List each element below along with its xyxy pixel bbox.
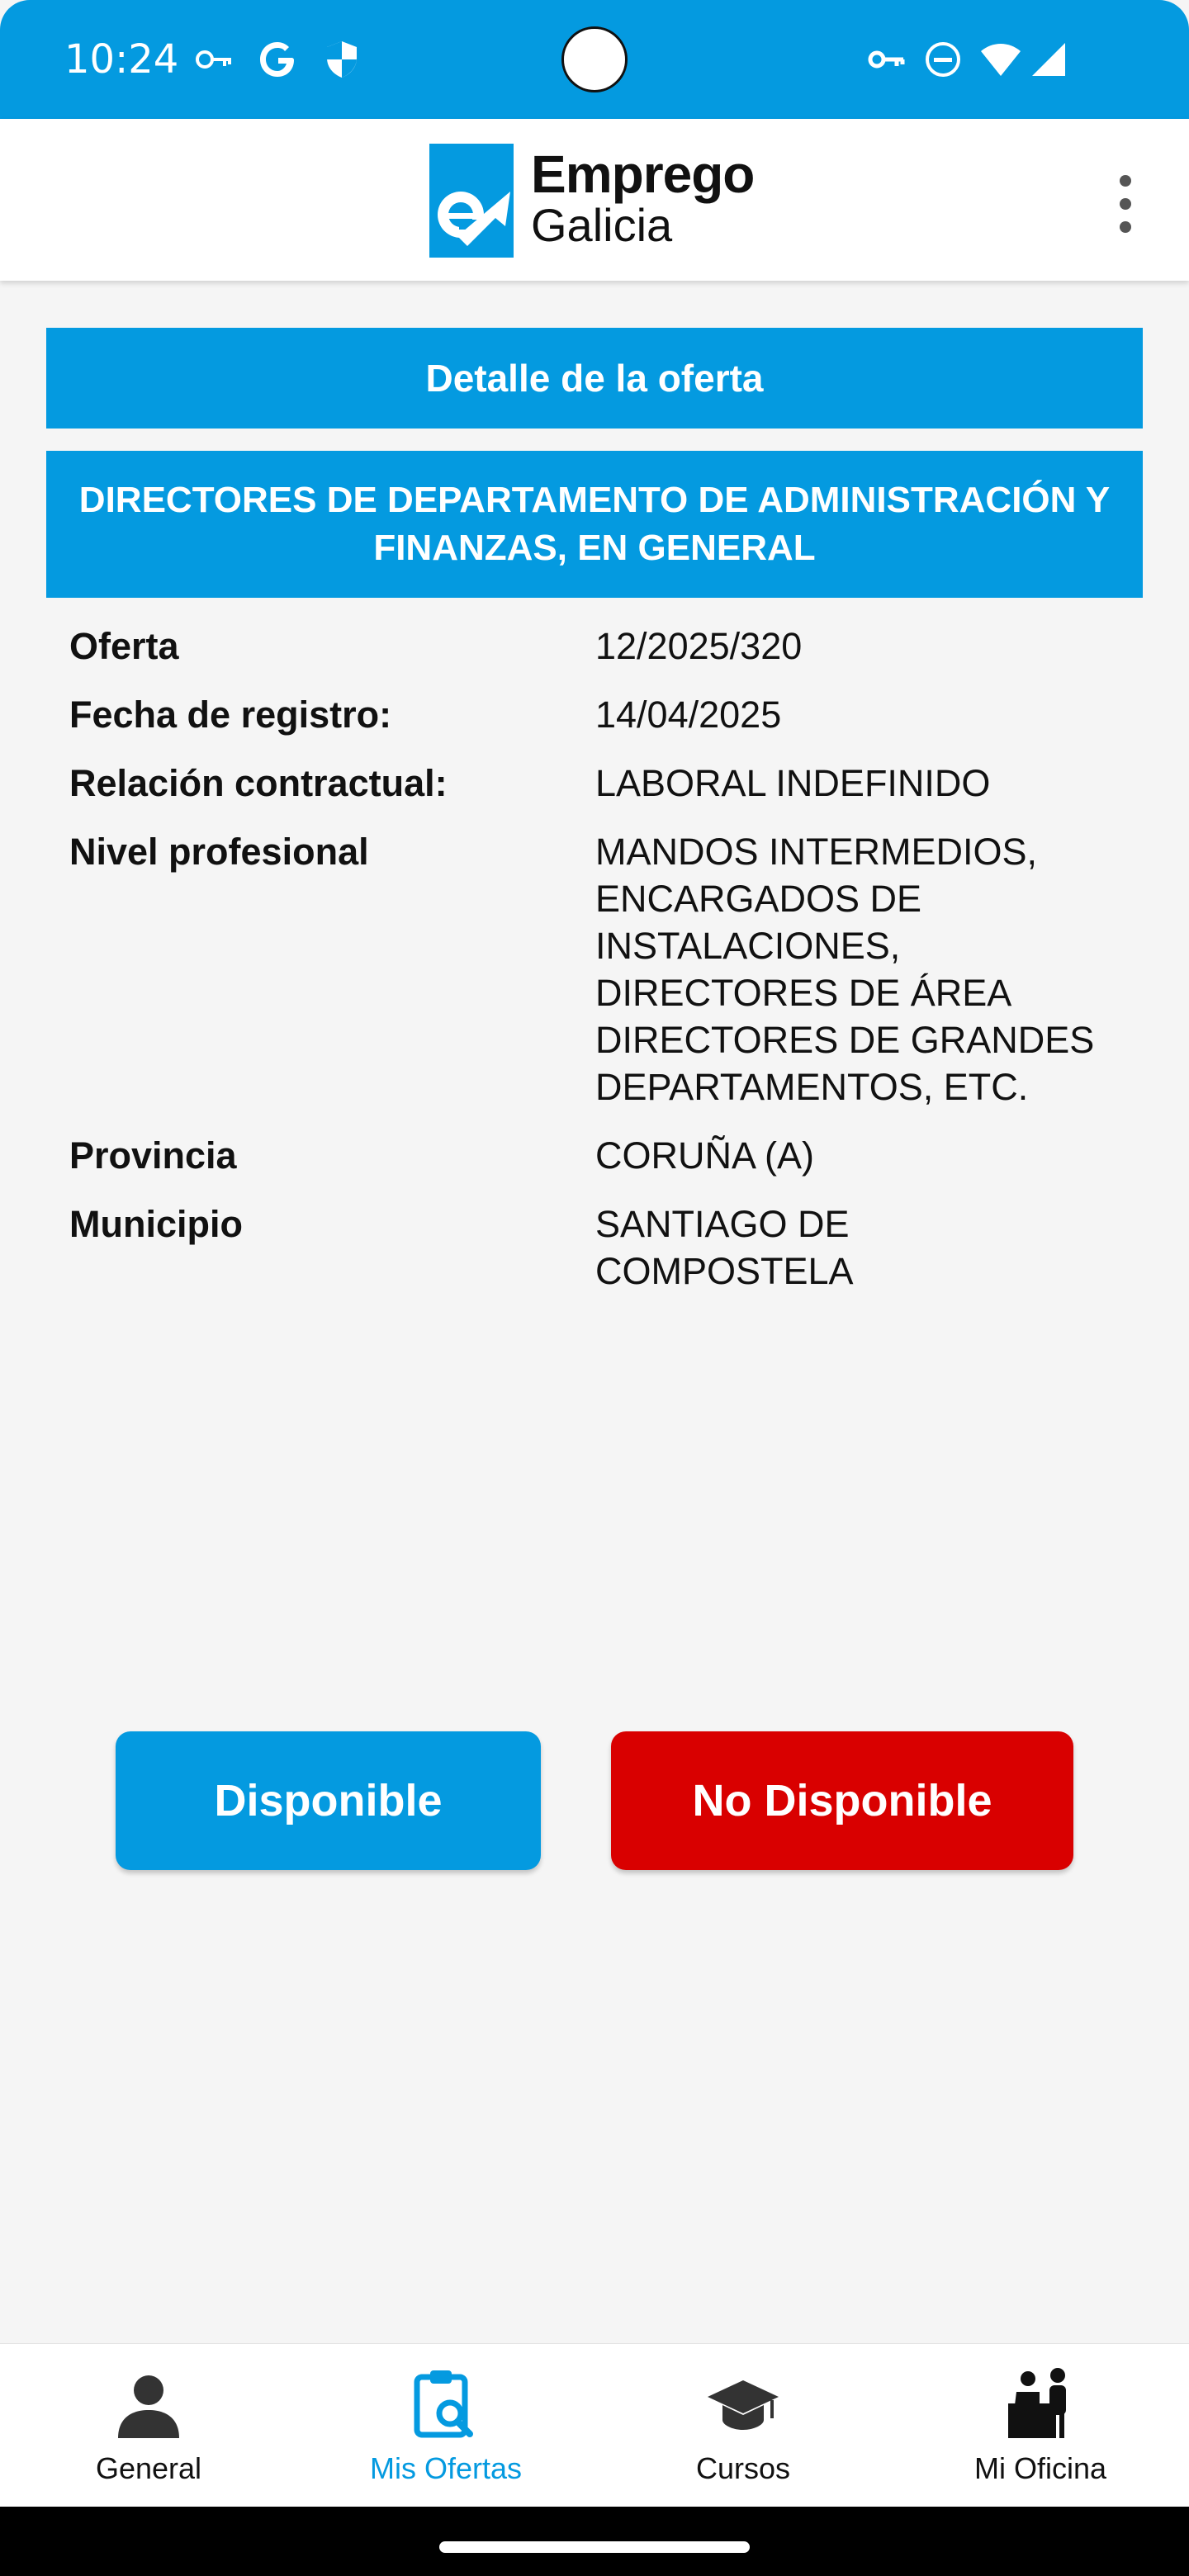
offer-details: Oferta 12/2025/320 Fecha de registro: 14… bbox=[69, 623, 1143, 1316]
detail-row-nivel-profesional: Nivel profesional MANDOS INTERMEDIOS, EN… bbox=[69, 828, 1143, 1110]
gesture-navigation-bar bbox=[0, 2507, 1189, 2576]
detail-row-relacion-contractual: Relación contractual: LABORAL INDEFINIDO bbox=[69, 760, 1143, 807]
camera-cutout bbox=[561, 26, 628, 92]
nav-item-mi-oficina[interactable]: Mi Oficina bbox=[892, 2344, 1189, 2507]
app-bar: Emprego Galicia bbox=[0, 119, 1189, 281]
detail-row-fecha-registro: Fecha de registro: 14/04/2025 bbox=[69, 691, 1143, 738]
clipboard-search-icon bbox=[414, 2370, 473, 2438]
key-icon bbox=[196, 50, 231, 69]
graduation-cap-icon bbox=[708, 2380, 779, 2430]
detail-value: 14/04/2025 bbox=[595, 694, 782, 736]
nav-item-general[interactable]: General bbox=[0, 2344, 297, 2507]
detail-label: Provincia bbox=[69, 1134, 237, 1177]
detail-value: MANDOS INTERMEDIOS, ENCARGADOS DE INSTAL… bbox=[595, 831, 1095, 1108]
more-vert-icon[interactable] bbox=[1106, 172, 1144, 238]
detail-label: Nivel profesional bbox=[69, 831, 369, 873]
detail-label: Fecha de registro: bbox=[69, 694, 392, 736]
person-icon bbox=[118, 2375, 179, 2438]
nav-label: Mis Ofertas bbox=[369, 2451, 523, 2485]
detail-value: LABORAL INDEFINIDO bbox=[595, 762, 991, 804]
status-time: 10:24 bbox=[64, 36, 179, 83]
detail-label: Oferta bbox=[69, 625, 179, 667]
nav-label: Mi Oficina bbox=[973, 2451, 1107, 2485]
detail-row-oferta: Oferta 12/2025/320 bbox=[69, 623, 1143, 670]
logo-text-galicia: Galicia bbox=[531, 199, 673, 251]
cell-signal-icon bbox=[1032, 43, 1065, 76]
home-gesture-handle[interactable] bbox=[439, 2541, 750, 2553]
bottom-nav: General Mis Ofertas Cursos Mi Oficina bbox=[0, 2343, 1189, 2507]
available-button[interactable]: Disponible bbox=[116, 1731, 541, 1870]
page-title: Detalle de la oferta bbox=[46, 328, 1143, 429]
nav-label: General bbox=[95, 2451, 202, 2485]
google-icon bbox=[260, 42, 294, 77]
office-desk-icon bbox=[1008, 2368, 1066, 2438]
job-title: DIRECTORES DE DEPARTAMENTO DE ADMINISTRA… bbox=[46, 451, 1143, 598]
detail-value: 12/2025/320 bbox=[595, 625, 803, 667]
wifi-icon bbox=[981, 44, 1021, 76]
detail-row-municipio: Municipio SANTIAGO DE COMPOSTELA bbox=[69, 1200, 1143, 1295]
nav-item-cursos[interactable]: Cursos bbox=[594, 2344, 892, 2507]
detail-value: CORUÑA (A) bbox=[595, 1134, 815, 1177]
nav-item-mis-ofertas[interactable]: Mis Ofertas bbox=[297, 2344, 594, 2507]
do-not-disturb-icon bbox=[926, 42, 960, 77]
vpn-key-icon bbox=[868, 50, 905, 69]
status-bar: 10:24 bbox=[0, 0, 1189, 119]
logo-text-emprego: Emprego bbox=[531, 144, 755, 204]
shield-icon bbox=[327, 41, 357, 78]
nav-label: Cursos bbox=[695, 2451, 791, 2485]
detail-label: Relación contractual: bbox=[69, 762, 448, 804]
emprego-logo-icon bbox=[429, 144, 514, 258]
detail-label: Municipio bbox=[69, 1203, 243, 1245]
not-available-button[interactable]: No Disponible bbox=[611, 1731, 1073, 1870]
detail-row-provincia: Provincia CORUÑA (A) bbox=[69, 1132, 1143, 1179]
detail-value: SANTIAGO DE COMPOSTELA bbox=[595, 1203, 854, 1292]
